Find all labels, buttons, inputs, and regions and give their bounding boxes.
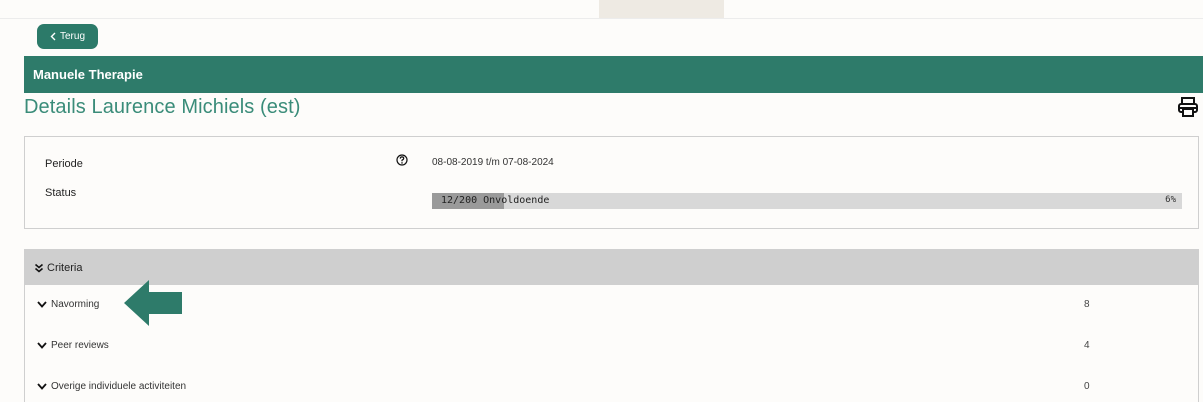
status-progress-bar: 12/200 Onvoldoende 6% (432, 193, 1182, 209)
criteria-panel: Criteria Navorming 8 Peer reviews 4 Over… (24, 249, 1199, 402)
top-tab[interactable] (599, 0, 724, 18)
criteria-row-label: Peer reviews (51, 340, 109, 351)
criteria-row-count: 8 (1084, 299, 1090, 310)
periode-label: Periode (45, 158, 83, 170)
arrow-left-icon (124, 280, 182, 326)
criteria-row-overige[interactable]: Overige individuele activiteiten 0 (25, 377, 1198, 399)
info-panel: Periode 08-08-2019 t/m 07-08-2024 Status… (24, 136, 1199, 229)
criteria-row-count: 4 (1084, 340, 1090, 351)
criteria-row-navorming[interactable]: Navorming 8 (25, 295, 1198, 317)
criteria-header-label: Criteria (47, 261, 83, 274)
periode-value: 08-08-2019 t/m 07-08-2024 (432, 157, 554, 168)
top-divider (0, 18, 1203, 19)
criteria-row-label: Navorming (51, 299, 100, 310)
section-header: Manuele Therapie (24, 56, 1203, 93)
page-title: Details Laurence Michiels (est) (24, 96, 301, 118)
chevron-down-icon (37, 383, 47, 390)
criteria-row-count: 0 (1084, 381, 1090, 392)
section-title: Manuele Therapie (33, 67, 143, 82)
progress-percent: 6% (1165, 195, 1176, 205)
status-label: Status (45, 187, 77, 199)
question-circle-icon[interactable] (396, 154, 408, 166)
back-button-label: Terug (59, 31, 85, 42)
progress-text: 12/200 Onvoldoende (441, 195, 550, 206)
criteria-row-label: Overige individuele activiteiten (51, 381, 187, 392)
chevron-down-icon (37, 342, 47, 349)
double-chevron-down-icon (34, 263, 44, 273)
back-button[interactable]: Terug (37, 24, 98, 49)
printer-icon[interactable] (1176, 95, 1200, 119)
criteria-row-peer-reviews[interactable]: Peer reviews 4 (25, 336, 1198, 358)
chevron-left-icon (50, 32, 56, 41)
criteria-header[interactable]: Criteria (25, 250, 1198, 285)
chevron-down-icon (37, 301, 47, 308)
